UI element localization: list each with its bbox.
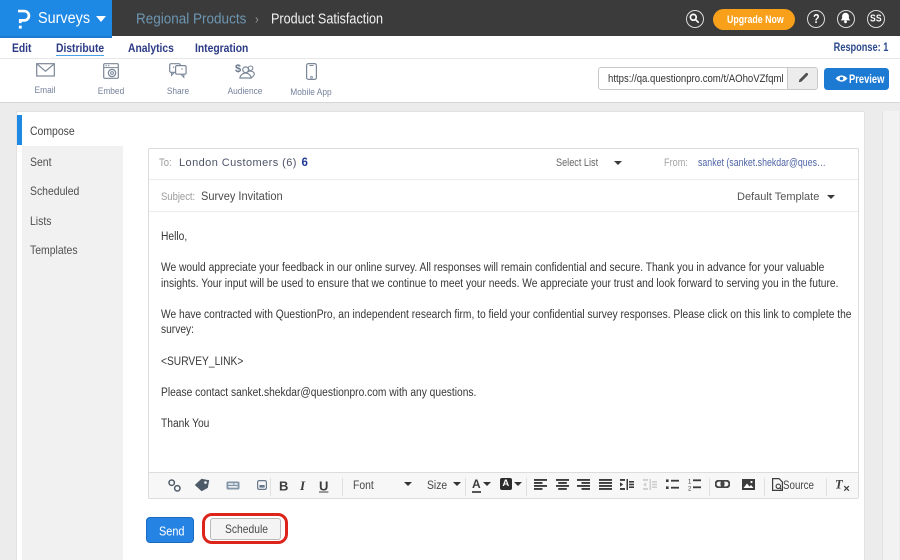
- svg-text:$: $: [235, 63, 241, 75]
- svg-text:2: 2: [688, 486, 692, 491]
- svg-text:1: 1: [688, 479, 692, 485]
